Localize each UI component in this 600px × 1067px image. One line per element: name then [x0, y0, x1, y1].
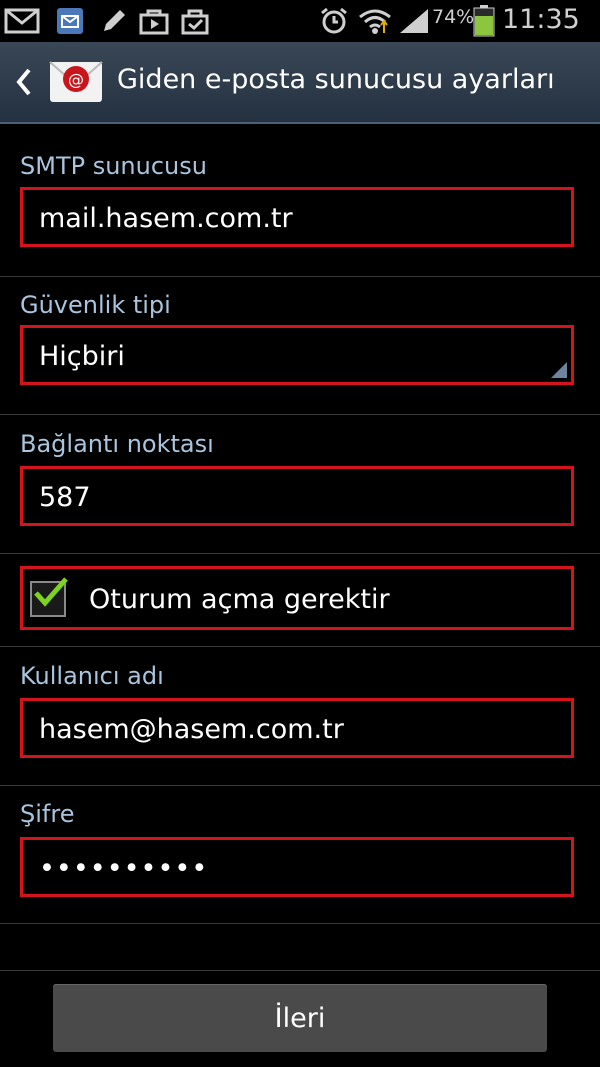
username-value: hasem@hasem.com.tr — [39, 714, 344, 745]
username-label: Kullanıcı adı — [20, 662, 164, 690]
gmail-icon — [4, 8, 40, 34]
checkmark-icon — [34, 577, 68, 607]
svg-text:@: @ — [68, 70, 84, 89]
status-bar: 74% 11:35 — [0, 0, 600, 42]
security-type-value: Hiçbiri — [39, 341, 125, 372]
security-type-label: Güvenlik tipi — [20, 291, 171, 319]
alarm-icon — [321, 7, 347, 34]
action-bar: @ Giden e-posta sunucusu ayarları — [0, 42, 600, 124]
password-input[interactable]: •••••••••• — [20, 837, 574, 897]
username-input[interactable]: hasem@hasem.com.tr — [20, 698, 574, 758]
divider — [0, 276, 600, 277]
port-value: 587 — [39, 482, 91, 513]
back-icon[interactable] — [12, 64, 34, 100]
smtp-server-value: mail.hasem.com.tr — [39, 203, 293, 234]
port-input[interactable]: 587 — [20, 466, 574, 526]
email-app-icon[interactable]: @ — [49, 61, 103, 103]
signal-icon — [400, 9, 428, 33]
clock: 11:35 — [502, 4, 580, 35]
divider — [0, 553, 600, 554]
require-signin-checkbox-row[interactable]: Oturum açma gerektir — [20, 566, 574, 630]
port-label: Bağlantı noktası — [20, 430, 214, 458]
shopping-bag-icon — [181, 9, 209, 35]
email-icon — [57, 8, 83, 34]
next-button[interactable]: İleri — [53, 984, 547, 1052]
divider — [0, 785, 600, 786]
password-value: •••••••••• — [39, 853, 209, 884]
require-signin-label: Oturum açma gerektir — [89, 584, 390, 615]
require-signin-checkbox[interactable] — [30, 577, 68, 617]
divider — [0, 414, 600, 415]
password-label: Şifre — [20, 800, 75, 828]
security-type-select[interactable]: Hiçbiri — [20, 325, 574, 385]
wifi-icon — [359, 9, 391, 34]
smtp-server-label: SMTP sunucusu — [20, 152, 207, 180]
play-store-icon — [139, 9, 169, 35]
battery-percent: 74% — [432, 6, 475, 28]
smtp-server-input[interactable]: mail.hasem.com.tr — [20, 187, 574, 247]
dropdown-indicator-icon — [551, 362, 567, 378]
battery-icon — [473, 5, 495, 37]
divider — [0, 923, 600, 924]
page-title: Giden e-posta sunucusu ayarları — [117, 64, 555, 95]
divider — [0, 970, 600, 971]
pencil-icon — [104, 10, 125, 31]
divider — [0, 646, 600, 647]
